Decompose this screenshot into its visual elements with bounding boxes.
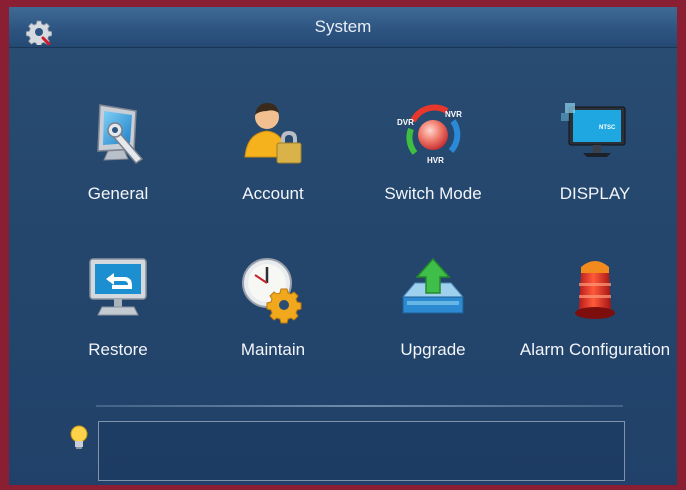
badge-dvr: DVR (397, 118, 414, 127)
menu-item-alarm-configuration[interactable]: Alarm Configuration (515, 253, 675, 373)
menu-label-account: Account (242, 184, 304, 203)
title-bar: System (9, 7, 677, 48)
window-title: System (314, 17, 372, 36)
badge-hvr: HVR (427, 156, 444, 165)
clock-gear-icon (242, 258, 302, 324)
menu-item-switch-mode[interactable]: DVR NVR HVR Switch Mode (353, 97, 513, 217)
upgrade-arrow-icon (401, 257, 465, 314)
tip-box (98, 421, 625, 481)
menu-item-restore[interactable]: Restore (38, 253, 198, 373)
menu-item-display[interactable]: NTSC DISPLAY (515, 97, 675, 217)
menu-label-switch-mode: Switch Mode (384, 184, 482, 203)
tip-divider (96, 405, 623, 407)
alarm-siren-icon (575, 261, 615, 319)
badge-nvr: NVR (445, 110, 462, 119)
menu-label-alarm-configuration: Alarm Configuration (519, 340, 671, 359)
menu-item-account[interactable]: Account (193, 97, 353, 217)
monitor-wrench-icon (97, 104, 144, 164)
screen-ntsc-text: NTSC (599, 125, 616, 131)
menu-label-display: DISPLAY (559, 184, 631, 203)
lightbulb-icon (70, 425, 88, 449)
menu-label-restore: Restore (88, 340, 148, 359)
user-lock-icon (244, 103, 302, 164)
system-window: System General Account DVR NVR HVR Switc… (9, 7, 677, 485)
menu-item-upgrade[interactable]: Upgrade (353, 253, 513, 373)
switch-mode-icon: DVR NVR HVR (397, 104, 462, 165)
restore-monitor-icon (89, 258, 147, 316)
menu-label-general: General (87, 184, 149, 203)
menu-item-maintain[interactable]: Maintain (193, 253, 353, 373)
menu-label-maintain: Maintain (240, 340, 306, 359)
menu-item-general[interactable]: General (38, 97, 198, 217)
menu-label-upgrade: Upgrade (400, 340, 466, 359)
display-monitor-icon: NTSC (561, 103, 626, 157)
